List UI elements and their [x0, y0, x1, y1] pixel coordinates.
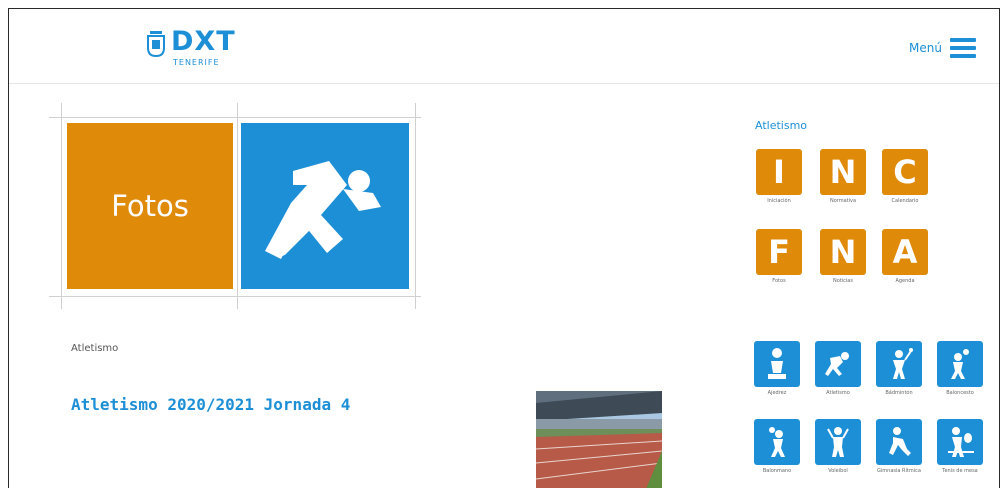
banner-guide-line	[49, 117, 421, 118]
logo-text: DXT	[171, 26, 236, 57]
letter-i-badge: I	[756, 149, 802, 195]
tile-caption: Noticias	[833, 278, 853, 284]
sport-tile-balonmano[interactable]: Balonmano	[754, 419, 804, 483]
article-title-link[interactable]: Atletismo 2020/2021 Jornada 4	[71, 395, 350, 414]
sport-tile-baloncesto[interactable]: Baloncesto	[937, 341, 987, 405]
tile-caption: Tenis de mesa	[942, 468, 978, 474]
tile-agenda[interactable]: A Agenda	[882, 229, 928, 287]
site-header: DXT TENERIFE Menú	[9, 9, 999, 84]
stadium-track-image	[536, 391, 662, 488]
sport-tile-tenis-de-mesa[interactable]: Tenis de mesa	[937, 419, 987, 483]
gymnastics-icon	[876, 419, 922, 465]
volleyball-icon	[815, 419, 861, 465]
athletics-banner-tile[interactable]	[241, 123, 409, 289]
tile-caption: Fotos	[772, 278, 786, 284]
article-thumbnail[interactable]	[536, 391, 662, 488]
logo-subtext: TENERIFE	[173, 58, 220, 67]
sport-tile-voleibol[interactable]: Voleibol	[815, 419, 865, 483]
sport-tile-atletismo[interactable]: Atletismo	[815, 341, 865, 405]
tile-caption: Gimnasia Rítmica	[877, 468, 921, 474]
coat-of-arms-icon	[147, 31, 165, 57]
banner-guide-line	[61, 103, 62, 309]
table-tennis-icon	[937, 419, 983, 465]
sport-tile-badminton[interactable]: Bádminton	[876, 341, 926, 405]
banner-guide-line	[49, 296, 421, 297]
tile-fotos[interactable]: F Fotos	[756, 229, 802, 287]
hamburger-icon	[949, 38, 976, 58]
tile-caption: Calendario	[891, 198, 919, 204]
menu-label: Menú	[909, 41, 942, 55]
menu-button[interactable]: Menú	[909, 34, 976, 62]
sidebar-section-title: Atletismo	[755, 119, 808, 132]
tile-caption: Bádminton	[885, 390, 913, 396]
tile-caption: Agenda	[895, 278, 915, 284]
tile-caption: Balonmano	[762, 468, 792, 474]
athletics-icon	[815, 341, 861, 387]
tile-caption: Voleibol	[828, 468, 848, 474]
tile-iniciacion[interactable]: I Iniciación	[756, 149, 802, 207]
sport-tile-gimnasia[interactable]: Gimnasia Rítmica	[876, 419, 926, 483]
tile-caption: Ajedrez	[767, 390, 787, 396]
letter-c-badge: C	[882, 149, 928, 195]
tile-noticias[interactable]: N Noticias	[820, 229, 866, 287]
letter-a-badge: A	[882, 229, 928, 275]
tile-caption: Baloncesto	[946, 390, 974, 396]
fotos-tile[interactable]: Fotos	[67, 123, 233, 289]
site-logo[interactable]: DXT TENERIFE	[147, 25, 247, 69]
handball-icon	[754, 419, 800, 465]
letter-n-badge: N	[820, 229, 866, 275]
banner-guide-line	[237, 103, 238, 309]
tile-caption: Normativa	[829, 198, 857, 204]
badminton-icon	[876, 341, 922, 387]
tile-caption: Atletismo	[826, 390, 850, 396]
letter-n-badge: N	[820, 149, 866, 195]
tile-calendario[interactable]: C Calendario	[882, 149, 928, 207]
chess-icon	[754, 341, 800, 387]
tile-normativa[interactable]: N Normativa	[820, 149, 866, 207]
basketball-icon	[937, 341, 983, 387]
runner-icon	[265, 161, 381, 259]
tile-caption: Iniciación	[767, 198, 791, 204]
page-frame: DXT TENERIFE Menú Fotos Atletismo Atleti…	[8, 8, 1000, 488]
breadcrumb[interactable]: Atletismo	[71, 343, 118, 354]
banner-guide-line	[415, 103, 416, 309]
fotos-label: Fotos	[111, 189, 189, 223]
letter-f-badge: F	[756, 229, 802, 275]
sport-tile-ajedrez[interactable]: Ajedrez	[754, 341, 804, 405]
